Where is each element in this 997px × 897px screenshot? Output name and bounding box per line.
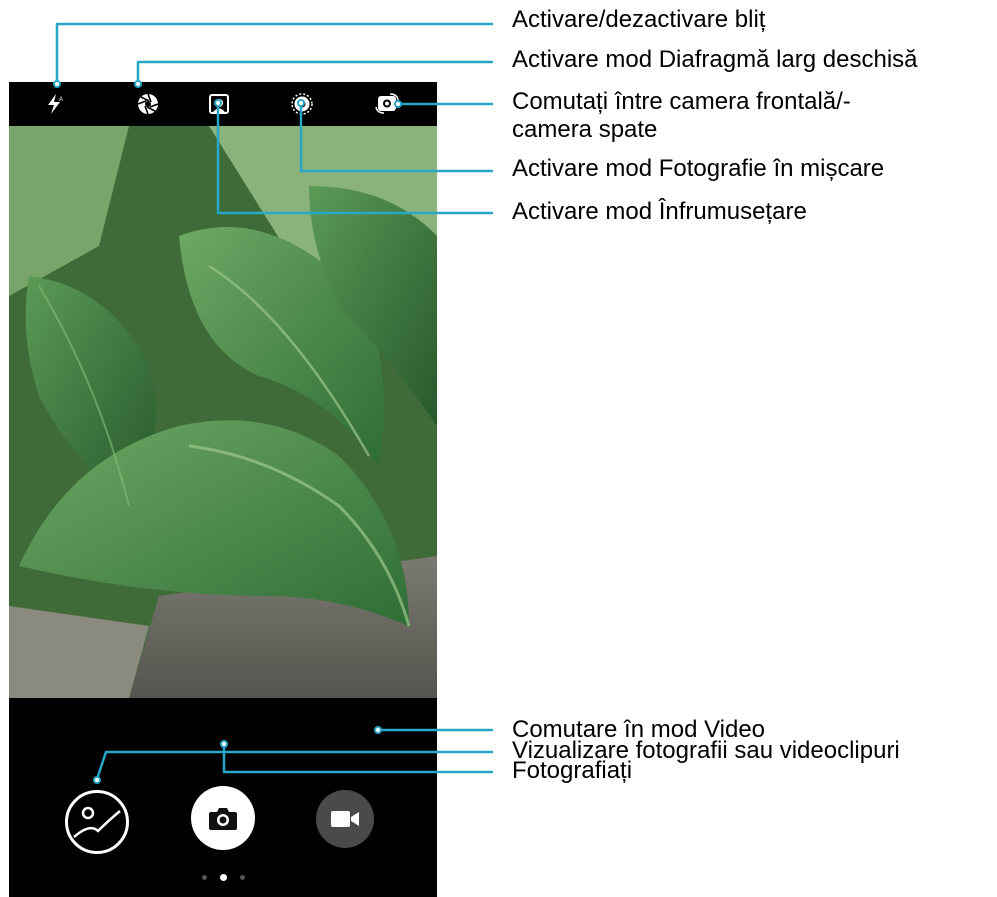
camera-screen: A (9, 82, 437, 897)
callout-shutter: Fotografiați (512, 757, 633, 784)
camera-bottom-bar (9, 698, 437, 897)
camera-icon (209, 808, 237, 830)
callout-video-mode: Comutare în mod Video (512, 716, 766, 743)
pager-dot (240, 875, 245, 880)
callout-flash: Activare/dezactivare bliț (512, 6, 766, 33)
gallery-icon (73, 806, 121, 838)
callout-switch-camera-line2: camera spate (512, 116, 658, 143)
flash-icon[interactable]: A (43, 92, 67, 116)
mode-pager (201, 874, 247, 883)
video-icon (331, 811, 359, 827)
callout-moving-picture: Activare mod Fotografie în mișcare (512, 155, 885, 182)
video-mode-button[interactable] (316, 790, 374, 848)
plant-leaves-image (9, 126, 437, 698)
pager-dot-active (220, 874, 227, 881)
svg-text:A: A (59, 97, 63, 103)
camera-top-bar: A (9, 82, 437, 126)
aperture-icon[interactable] (136, 92, 160, 116)
callout-beauty: Activare mod Înfrumusețare (512, 198, 807, 225)
shutter-button[interactable] (191, 786, 255, 850)
callout-aperture: Activare mod Diafragmă larg deschisă (512, 46, 918, 73)
callout-line-flash (55, 22, 494, 84)
switch-camera-icon[interactable] (375, 92, 399, 116)
callout-switch-camera-line1: Comutați între camera frontală/- (512, 88, 851, 115)
callout-line-aperture (136, 60, 494, 84)
pager-dot (202, 875, 207, 880)
gallery-thumbnail[interactable] (65, 790, 129, 854)
beauty-icon[interactable] (207, 92, 231, 116)
moving-picture-icon[interactable] (290, 92, 314, 116)
camera-viewfinder[interactable] (9, 126, 437, 698)
